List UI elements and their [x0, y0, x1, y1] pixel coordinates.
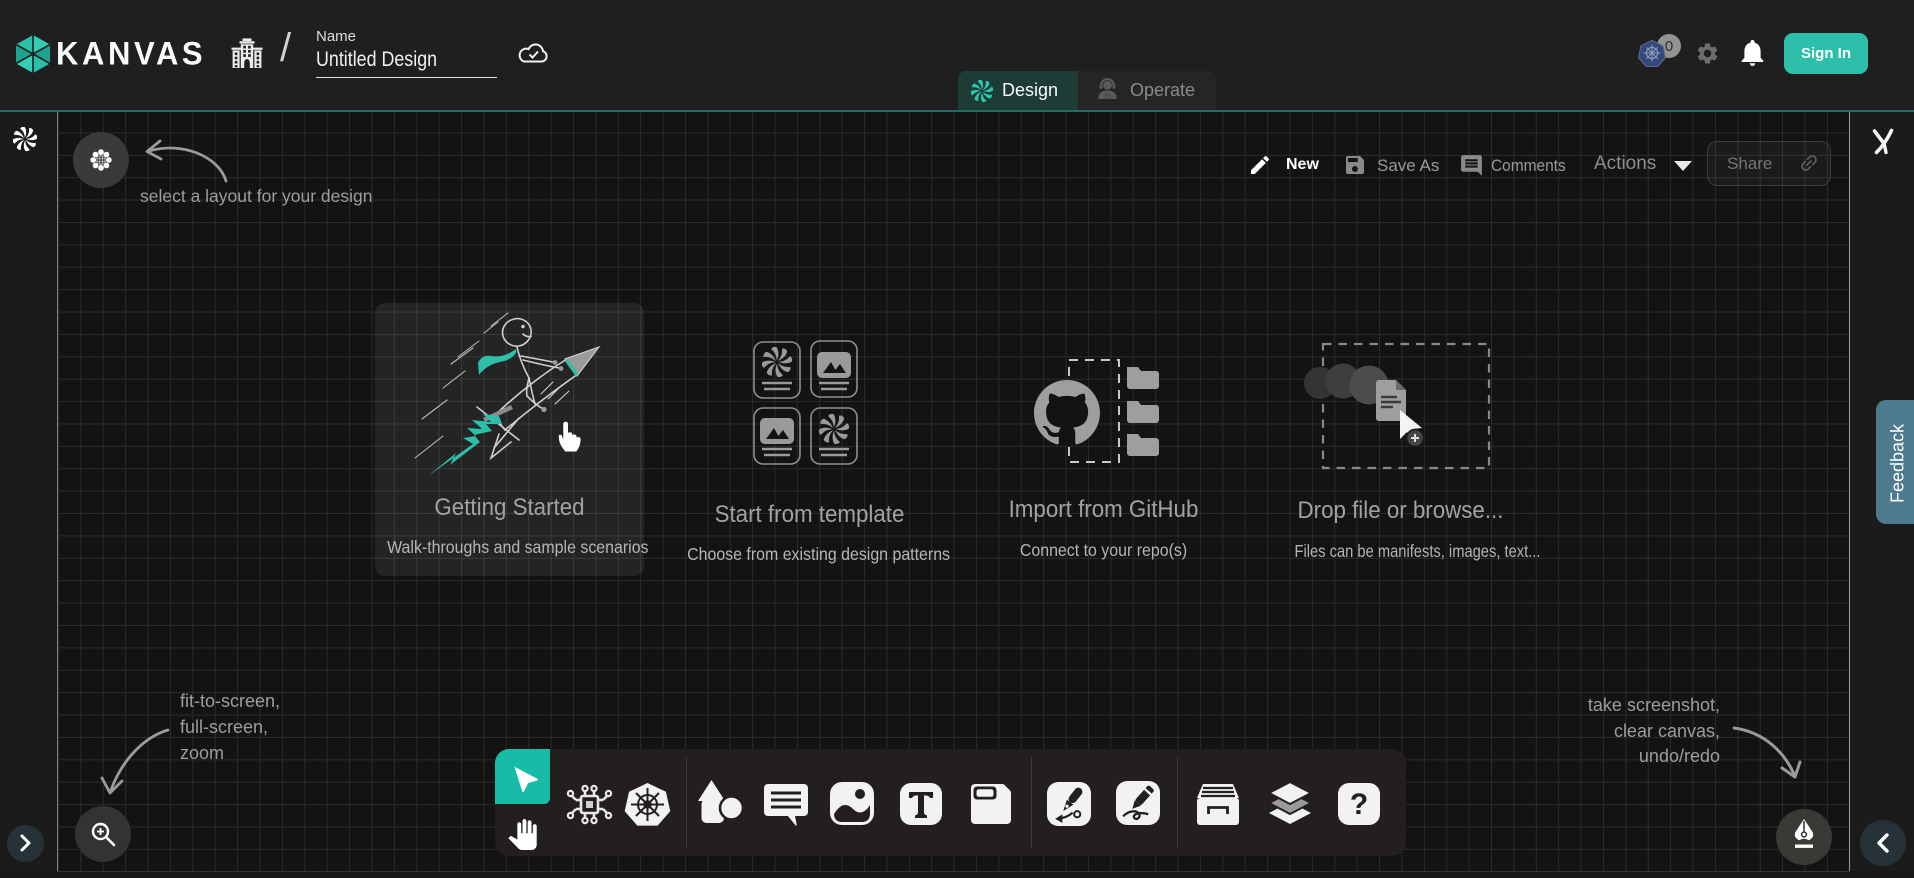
svg-text:?: ?: [1350, 788, 1368, 821]
